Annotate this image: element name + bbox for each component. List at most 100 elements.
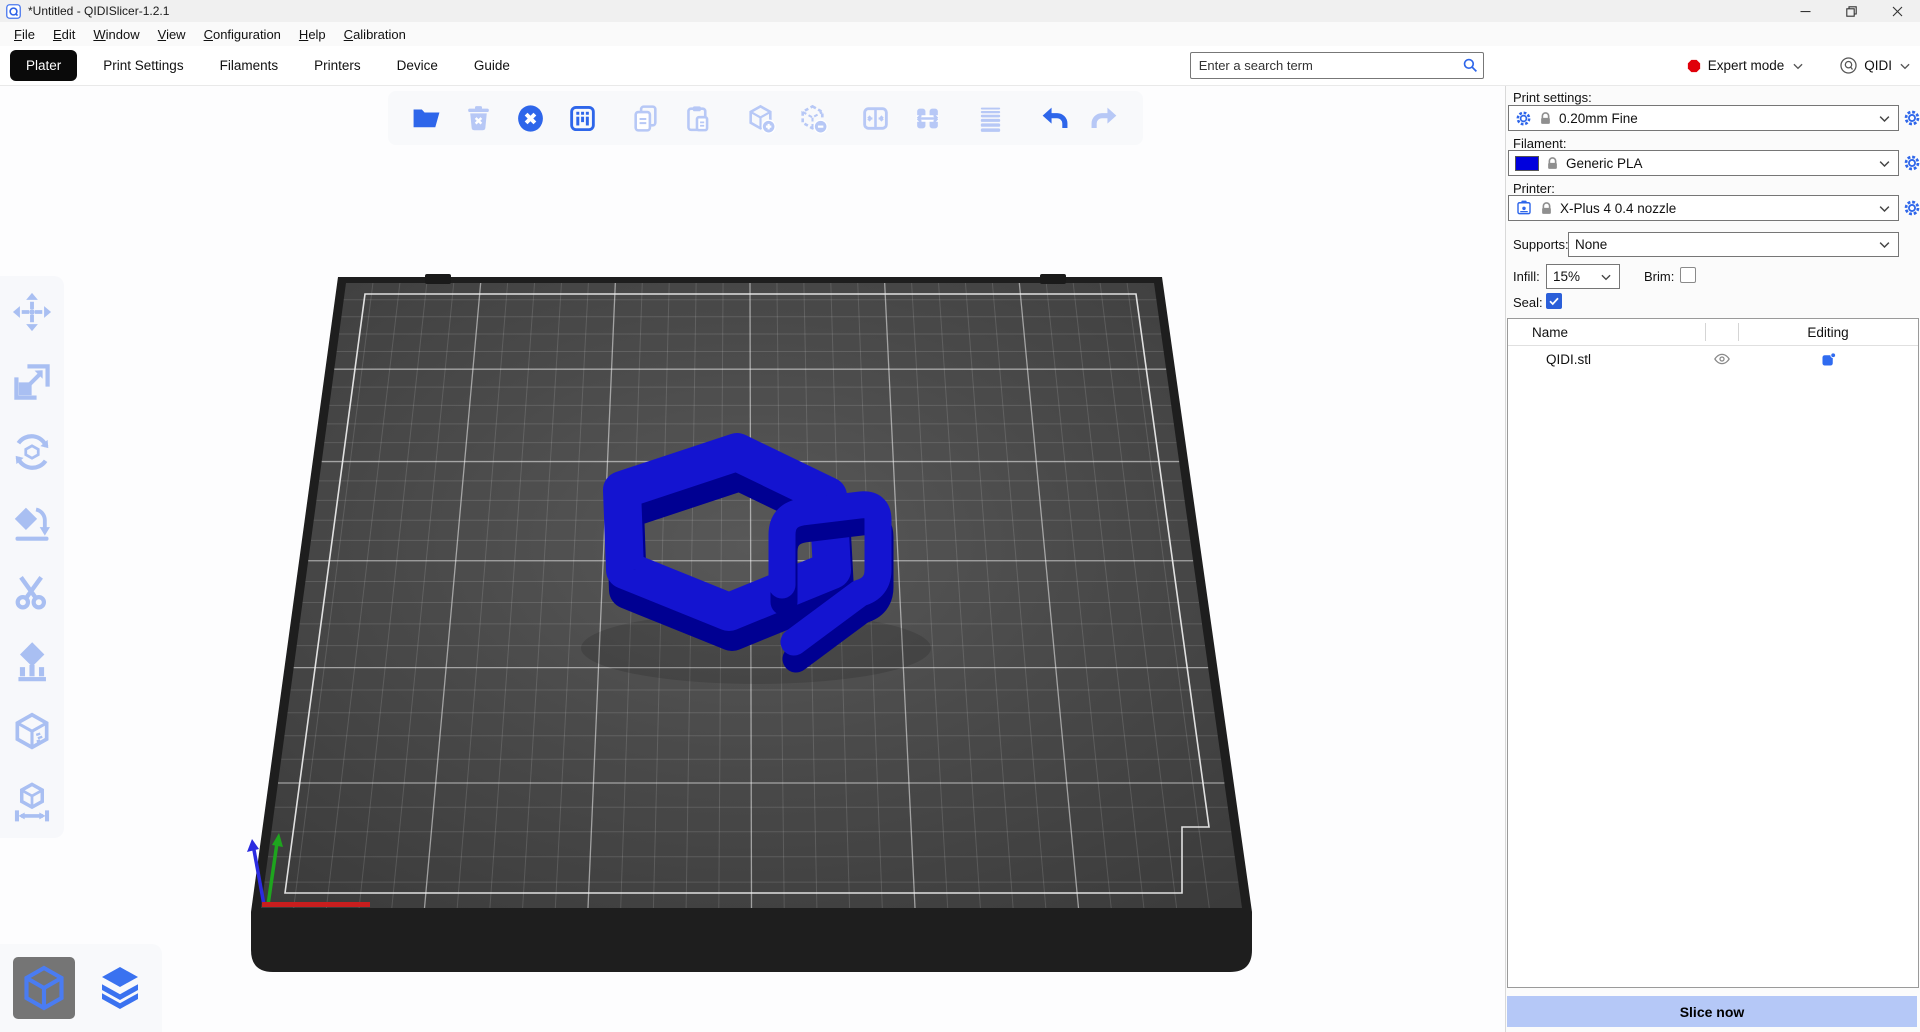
menu-item-window[interactable]: Window xyxy=(84,24,148,45)
infill-label: Infill: xyxy=(1513,269,1540,284)
3d-editor-view-button[interactable] xyxy=(13,957,75,1019)
split-to-parts-button[interactable] xyxy=(906,97,948,139)
undo-button[interactable] xyxy=(1032,97,1074,139)
chevron-down-icon xyxy=(1877,156,1892,171)
scale-tool-button[interactable] xyxy=(9,360,55,404)
search-input[interactable] xyxy=(1190,52,1484,79)
toggle-visibility-button[interactable] xyxy=(1711,348,1733,370)
print-settings-value: 0.20mm Fine xyxy=(1559,111,1871,126)
edit-object-button[interactable] xyxy=(1817,348,1839,370)
scale-icon xyxy=(10,360,54,404)
lock-icon xyxy=(1538,111,1553,126)
tab-print-settings[interactable]: Print Settings xyxy=(85,50,201,81)
gizmo-toolbar xyxy=(0,276,64,838)
lock-icon xyxy=(1539,201,1554,216)
slice-now-button[interactable]: Slice now xyxy=(1507,996,1917,1027)
place-on-face-tool-button[interactable] xyxy=(9,500,55,544)
name-column-header: Name xyxy=(1532,325,1568,340)
bed-clip xyxy=(1040,274,1066,284)
view-toggle xyxy=(0,944,162,1032)
redo-button[interactable] xyxy=(1084,97,1126,139)
folder-open-icon xyxy=(411,103,442,134)
menu-item-help[interactable]: Help xyxy=(290,24,335,45)
paste-button[interactable] xyxy=(676,97,718,139)
menubar: File Edit Window View Configuration Help… xyxy=(0,22,1920,46)
move-tool-button[interactable] xyxy=(9,290,55,334)
gear-icon xyxy=(1515,110,1532,127)
object-row[interactable]: QIDI.stl xyxy=(1508,346,1918,373)
minimize-button[interactable] xyxy=(1782,0,1828,22)
split-to-parts-icon xyxy=(912,103,943,134)
object-list-header: Name Editing xyxy=(1508,319,1918,346)
chevron-down-icon xyxy=(1877,111,1892,126)
filament-gear-button[interactable] xyxy=(1902,153,1920,173)
support-painting-icon xyxy=(10,640,54,684)
plater-toolbar xyxy=(388,91,1143,145)
printer-value: X-Plus 4 0.4 nozzle xyxy=(1560,201,1871,216)
eye-icon xyxy=(1713,350,1731,368)
seam-painting-tool-button[interactable] xyxy=(9,710,55,754)
printer-gear-button[interactable] xyxy=(1902,198,1920,218)
menu-item-file[interactable]: File xyxy=(5,24,44,45)
copy-button[interactable] xyxy=(624,97,666,139)
menu-item-view[interactable]: View xyxy=(149,24,195,45)
cut-icon xyxy=(10,570,54,614)
place-on-face-icon xyxy=(10,500,54,544)
preview-view-button[interactable] xyxy=(89,957,151,1019)
search-box xyxy=(1190,52,1484,79)
print-settings-gear-button[interactable] xyxy=(1902,108,1920,128)
open-project-button[interactable] xyxy=(405,97,447,139)
chevron-down-icon xyxy=(1791,59,1805,73)
filament-value: Generic PLA xyxy=(1566,156,1871,171)
restore-button[interactable] xyxy=(1828,0,1874,22)
arrange-icon xyxy=(567,103,598,134)
menu-item-edit[interactable]: Edit xyxy=(44,24,84,45)
menu-item-configuration[interactable]: Configuration xyxy=(195,24,290,45)
arrange-button[interactable] xyxy=(561,97,603,139)
infill-select[interactable]: 15% xyxy=(1546,264,1620,289)
measure-tool-button[interactable] xyxy=(9,780,55,824)
tab-printers[interactable]: Printers xyxy=(296,50,379,81)
printer-select[interactable]: X-Plus 4 0.4 nozzle xyxy=(1508,195,1899,221)
paste-icon xyxy=(682,103,713,134)
seal-checkbox[interactable] xyxy=(1546,293,1562,309)
tab-filaments[interactable]: Filaments xyxy=(202,50,297,81)
bed-clip xyxy=(425,274,451,284)
add-instance-icon xyxy=(745,103,776,134)
3d-viewport[interactable] xyxy=(0,86,1505,1032)
close-button[interactable] xyxy=(1874,0,1920,22)
filament-select[interactable]: Generic PLA xyxy=(1508,150,1899,176)
variable-layer-height-button[interactable] xyxy=(969,97,1011,139)
column-divider xyxy=(1738,323,1739,341)
cut-tool-button[interactable] xyxy=(9,570,55,614)
menu-item-calibration[interactable]: Calibration xyxy=(335,24,415,45)
brim-checkbox[interactable] xyxy=(1680,267,1696,283)
delete-all-button[interactable] xyxy=(509,97,551,139)
trash-icon xyxy=(463,103,494,134)
rotate-icon xyxy=(10,430,54,474)
rotate-tool-button[interactable] xyxy=(9,430,55,474)
measure-icon xyxy=(10,780,54,824)
print-settings-select[interactable]: 0.20mm Fine xyxy=(1508,105,1899,131)
qidi-logo-icon xyxy=(1839,56,1858,75)
mode-selector[interactable]: Expert mode xyxy=(1687,58,1806,73)
account-menu[interactable]: QIDI xyxy=(1839,56,1912,75)
chevron-down-icon xyxy=(1877,237,1892,252)
remove-instance-button[interactable] xyxy=(791,97,833,139)
chevron-down-icon xyxy=(1599,270,1613,284)
tab-guide[interactable]: Guide xyxy=(456,50,528,81)
tab-plater[interactable]: Plater xyxy=(10,50,77,81)
delete-button[interactable] xyxy=(457,97,499,139)
supports-value: None xyxy=(1575,237,1871,252)
column-divider xyxy=(1705,323,1706,341)
filament-color-swatch xyxy=(1515,156,1539,171)
tab-device[interactable]: Device xyxy=(379,50,456,81)
split-to-objects-button[interactable] xyxy=(854,97,896,139)
split-to-objects-icon xyxy=(860,103,891,134)
supports-select[interactable]: None xyxy=(1568,232,1899,257)
add-instance-button[interactable] xyxy=(739,97,781,139)
object-list: Name Editing QIDI.stl xyxy=(1507,318,1919,988)
support-painting-tool-button[interactable] xyxy=(9,640,55,684)
filament-label: Filament: xyxy=(1513,136,1566,151)
remove-instance-icon xyxy=(797,103,828,134)
